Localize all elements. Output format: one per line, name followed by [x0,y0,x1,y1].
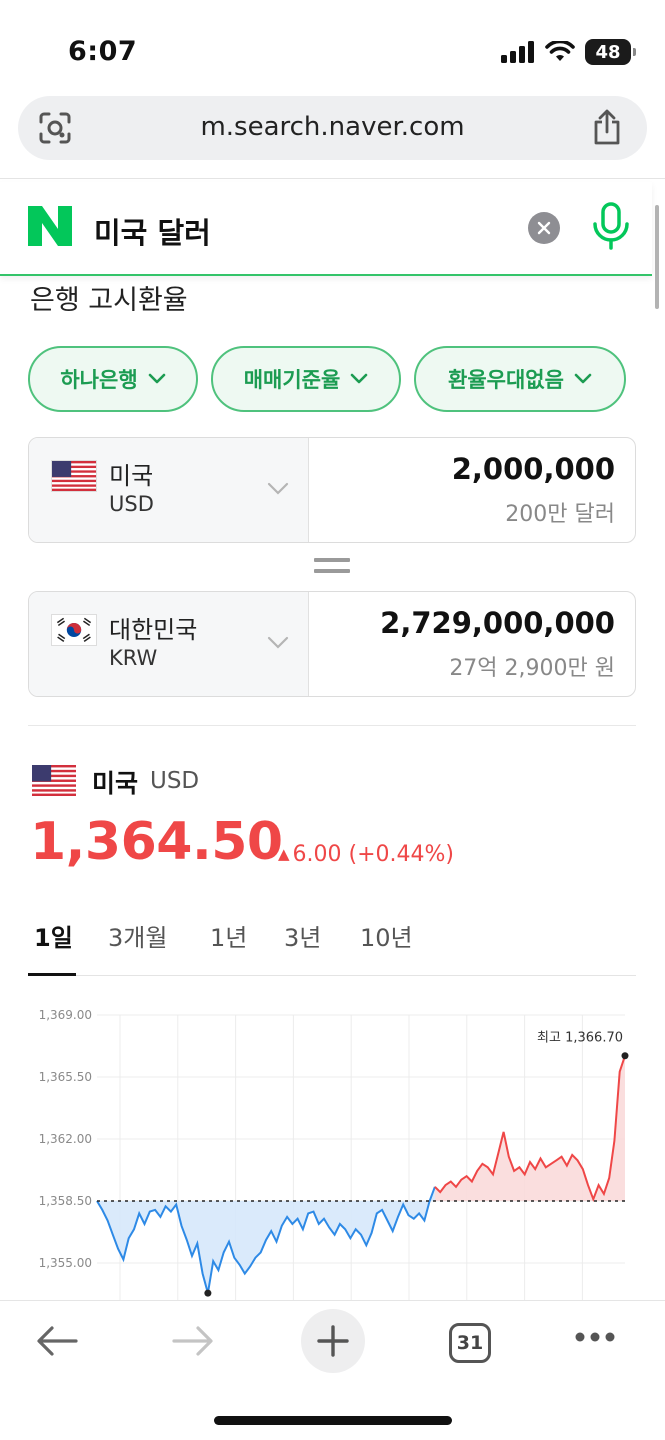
kr-flag-icon [51,614,97,646]
to-currency-code: KRW [109,646,158,670]
more-icon[interactable] [574,1331,616,1343]
high-point-marker [621,1052,629,1060]
low-point-marker [204,1289,212,1297]
to-amount-value[interactable]: 2,729,000,000 [380,606,615,640]
chip-label: 환율우대없음 [448,368,564,392]
to-currency-select[interactable]: 대한민국 KRW [29,592,309,696]
mic-icon[interactable] [592,202,630,252]
search-header: 미국 달러 [0,182,652,276]
chevron-down-icon [148,373,165,384]
chip-label: 하나은행 [60,368,138,392]
y-tick-label: 1,369.00 [39,1008,92,1022]
rate-currency-code: USD [150,768,200,794]
signal-icon [501,41,534,63]
chevron-down-icon [350,373,368,384]
clear-icon[interactable] [528,212,560,244]
rate-change-value: 6.00 (+0.44%) [292,842,455,867]
new-tab-button[interactable] [301,1309,365,1373]
y-tick-label: 1,355.00 [39,1256,92,1270]
tab-3-months[interactable]: 3개월 [108,918,167,953]
search-query-input[interactable]: 미국 달러 [94,210,211,252]
y-tick-label: 1,362.00 [39,1132,92,1146]
y-tick-label: 1,358.50 [39,1194,92,1208]
from-currency-row: 미국 USD 2,000,000 200만 달러 [28,437,636,543]
period-tabs: 1일 3개월 1년 3년 10년 [28,916,636,976]
forward-arrow-icon[interactable] [172,1325,214,1357]
share-icon[interactable] [591,108,623,146]
from-currency-name: 미국 [109,462,154,490]
status-time: 6:07 [68,36,138,67]
rate-change: ▲ 6.00 (+0.44%) [278,842,454,867]
browser-toolbar: 31 [0,1300,665,1440]
from-amount-input[interactable]: 2,000,000 [452,452,615,486]
scrollbar[interactable] [655,205,659,309]
home-indicator [214,1416,452,1425]
status-bar: 6:07 48 [0,0,665,96]
status-indicators: 48 [501,38,636,66]
naver-logo-icon[interactable] [28,206,72,246]
section-title: 은행 고시환율 [30,285,188,316]
to-amount-words: 27억 2,900만 원 [449,656,615,681]
wifi-icon [545,41,575,61]
url-text[interactable]: m.search.naver.com [18,112,647,142]
us-flag-icon [32,765,76,796]
rate-type-filter-dropdown[interactable]: 매매기준율 [211,346,401,412]
divider [0,178,665,179]
equals-icon [314,558,350,574]
up-triangle-icon: ▲ [278,845,290,863]
back-arrow-icon[interactable] [36,1325,78,1357]
from-currency-code: USD [109,492,154,516]
battery-icon: 48 [585,39,636,65]
to-currency-row: 대한민국 KRW 2,729,000,000 27억 2,900만 원 [28,591,636,697]
tab-3-years[interactable]: 3년 [284,918,321,953]
filter-chips: 하나은행 매매기준율 환율우대없음 [28,346,626,412]
chevron-down-icon [267,482,289,495]
to-currency-name: 대한민국 [109,616,198,644]
active-tab-indicator [28,973,76,976]
y-tick-label: 1,365.50 [39,1070,92,1084]
us-flag-icon [51,460,97,492]
rate-currency-name: 미국 [92,769,139,798]
chevron-down-icon [574,373,592,384]
tab-1-year[interactable]: 1년 [210,918,247,953]
divider [28,725,636,726]
chevron-down-icon [267,636,289,649]
address-bar[interactable]: m.search.naver.com [18,96,647,160]
preference-filter-dropdown[interactable]: 환율우대없음 [414,346,626,412]
chip-label: 매매기준율 [243,368,341,392]
high-label: 최고 1,366.70 [537,1031,623,1046]
tab-10-years[interactable]: 10년 [360,918,413,953]
bank-filter-dropdown[interactable]: 하나은행 [28,346,198,412]
plus-icon [317,1325,349,1357]
tabs-count-button[interactable]: 31 [449,1323,491,1363]
from-amount-words: 200만 달러 [505,502,615,527]
rate-line-chart[interactable]: 1,369.00 1,365.50 1,362.00 1,358.50 1,355.00… [0,1000,665,1300]
exchange-rate-value: 1,364.50 [30,812,283,872]
tab-1-day[interactable]: 1일 [34,918,73,953]
from-currency-select[interactable]: 미국 USD [29,438,309,542]
